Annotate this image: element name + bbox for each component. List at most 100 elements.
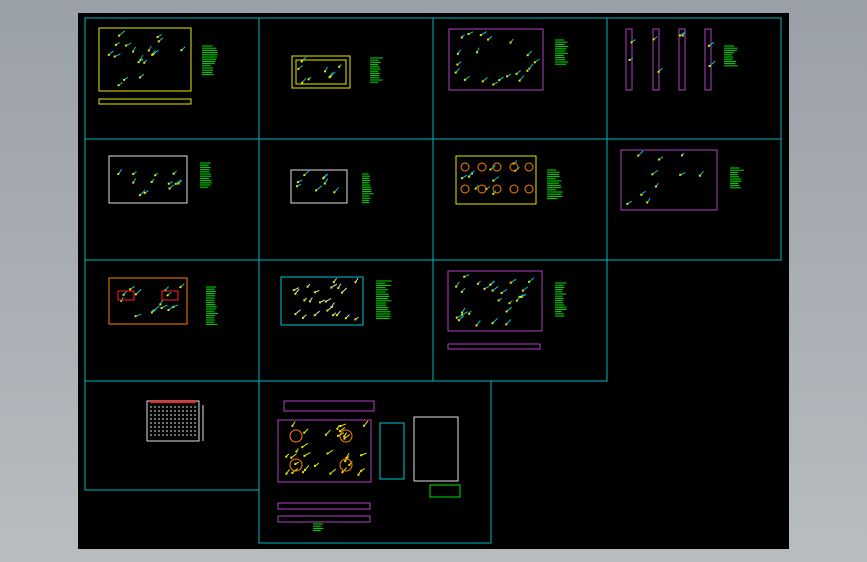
- hole-mark: [520, 296, 523, 299]
- bore-circle: [509, 184, 519, 194]
- hole-mark: [297, 67, 300, 70]
- hole-mark: [460, 36, 463, 39]
- hole-mark: [303, 299, 306, 302]
- hole-mark: [481, 80, 484, 83]
- hole-mark: [333, 191, 336, 194]
- sheet-frame: [258, 380, 492, 544]
- hole-mark: [508, 302, 511, 305]
- hole-mark: [483, 287, 486, 290]
- hole-mark: [335, 314, 338, 317]
- hole-mark: [302, 471, 305, 474]
- sheet-frame: [606, 138, 782, 261]
- plate-outline: [290, 169, 348, 204]
- hole-mark: [344, 460, 347, 463]
- hole-mark: [337, 434, 340, 437]
- bore-circle: [460, 162, 470, 172]
- hole-mark: [313, 314, 316, 317]
- hole-mark: [326, 452, 329, 455]
- hole-mark: [122, 293, 125, 296]
- hole-mark: [150, 311, 153, 314]
- sheet-section-view: [84, 380, 260, 491]
- hole-mark: [137, 61, 140, 64]
- hole-mark: [509, 281, 512, 284]
- bottom-plate-view: [277, 502, 371, 510]
- hole-mark: [132, 50, 135, 53]
- hole-mark: [180, 49, 183, 52]
- cad-drawing: [84, 17, 782, 544]
- hole-mark: [336, 427, 339, 430]
- hole-mark: [515, 299, 518, 302]
- hole-mark: [526, 69, 529, 72]
- sheet-plate-1-outline: [84, 17, 260, 140]
- hole-mark: [318, 301, 321, 304]
- hole-mark: [303, 454, 306, 457]
- hole-mark: [467, 33, 470, 36]
- hole-mark: [657, 158, 660, 161]
- sheet-frame: [432, 17, 608, 140]
- hole-mark: [329, 75, 332, 78]
- hole-mark: [338, 65, 341, 68]
- hole-mark: [637, 154, 640, 157]
- hole-mark: [125, 44, 128, 47]
- hole-mark: [467, 175, 470, 178]
- hole-mark: [518, 79, 521, 82]
- hole-mark: [139, 76, 142, 79]
- sheet-plate-11-outline: [432, 259, 608, 382]
- hole-mark: [461, 177, 464, 180]
- hole-mark: [337, 287, 340, 290]
- hole-mark: [114, 43, 117, 46]
- hole-mark: [515, 72, 518, 75]
- sheet-plate-7-outline: [432, 138, 608, 261]
- hole-mark: [154, 174, 157, 177]
- hole-mark: [294, 313, 297, 316]
- hole-mark: [461, 311, 464, 314]
- hole-mark: [301, 81, 304, 84]
- hole-mark: [147, 49, 150, 52]
- hole-mark: [708, 65, 711, 68]
- hole-mark: [332, 281, 335, 284]
- hole-mark: [301, 446, 304, 449]
- hole-mark: [300, 60, 303, 63]
- hole-mark: [134, 315, 137, 318]
- hole-mark: [341, 471, 344, 474]
- hole-mark: [295, 450, 298, 453]
- hole-mark: [167, 182, 170, 185]
- hole-mark: [172, 172, 175, 175]
- sheet-plate-3-outline: [432, 17, 608, 140]
- plate-outline: [98, 27, 192, 92]
- hole-mark: [363, 424, 366, 427]
- hole-mark: [463, 275, 466, 278]
- hole-mark: [338, 430, 341, 433]
- hole-mark: [679, 173, 682, 176]
- hole-mark: [348, 463, 351, 466]
- hole-mark: [678, 34, 681, 37]
- hole-mark: [640, 193, 643, 196]
- hole-mark: [456, 63, 459, 66]
- hole-mark: [166, 294, 169, 297]
- hole-mark: [107, 53, 110, 56]
- hole-mark: [680, 154, 683, 157]
- side-view: [379, 422, 405, 480]
- hole-mark: [296, 181, 299, 184]
- drawing-canvas[interactable]: [78, 13, 789, 549]
- hole-mark: [292, 289, 295, 292]
- pocket-right: [161, 290, 179, 301]
- sheet-plate-8-outline: [606, 138, 782, 261]
- detail-box: [429, 484, 461, 498]
- hole-mark: [528, 280, 531, 283]
- hole-mark: [294, 292, 297, 295]
- hole-mark: [326, 309, 329, 312]
- hole-mark: [500, 292, 503, 295]
- hole-mark: [455, 316, 458, 319]
- hole-mark: [454, 71, 457, 74]
- hole-mark: [308, 300, 311, 303]
- hole-mark: [117, 84, 120, 87]
- hole-mark: [491, 322, 494, 325]
- hole-mark: [322, 177, 325, 180]
- hole-mark: [526, 54, 529, 57]
- hole-mark: [354, 318, 357, 321]
- hole-mark: [167, 309, 170, 312]
- hole-mark: [455, 285, 458, 288]
- hole-mark: [463, 78, 466, 81]
- hole-mark: [332, 314, 335, 317]
